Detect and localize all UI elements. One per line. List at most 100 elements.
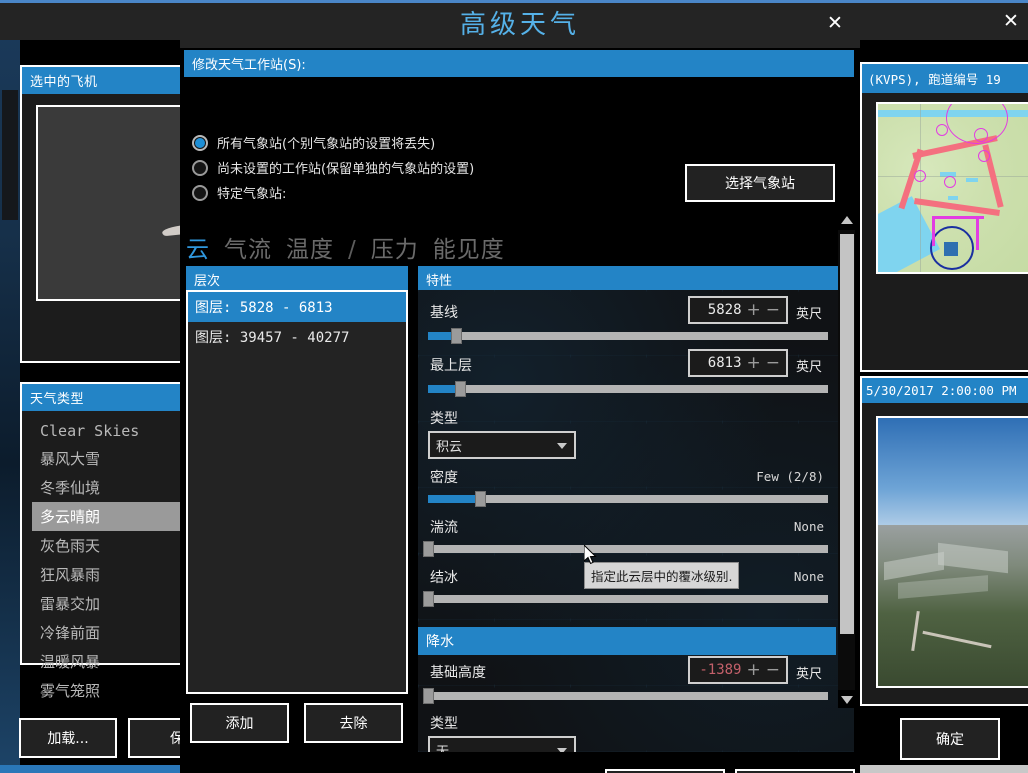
tab-0[interactable]: 云 <box>186 230 210 264</box>
scroll-down-arrow-icon[interactable] <box>841 696 853 704</box>
add-layer-button[interactable]: 添加 <box>190 703 289 743</box>
map-marker-1 <box>936 124 948 136</box>
load-button[interactable]: 加载... <box>19 718 117 758</box>
minus-icon-precip[interactable]: − <box>766 661 780 679</box>
turbulence-slider[interactable] <box>423 541 828 557</box>
radio-label-specific-station: 特定气象站: <box>217 187 287 202</box>
precip-base-value: -1389 <box>699 662 742 678</box>
tab-4[interactable]: 压力 <box>371 230 419 264</box>
chevron-down-icon-cloud-type[interactable] <box>557 443 567 449</box>
map-gridline-v <box>920 104 921 272</box>
icing-label: 结冰 <box>430 570 458 586</box>
scene-panel: 5/30/2017 2:00:00 PM <box>860 376 1028 706</box>
weather-type-panel: 天气类型 Clear Skies 暴风大雪 冬季仙境 多云晴朗 灰色雨天 狂风暴雨 雷暴交加… <box>20 382 310 700</box>
density-label: 密度 <box>430 470 458 486</box>
precip-base-label: 基础高度 <box>430 665 486 681</box>
layers-list[interactable]: 图层: 5828 - 6813 图层: 39457 - 40277 <box>186 290 408 694</box>
density-slider-fill <box>428 495 480 503</box>
base-altitude-label: 基线 <box>430 305 458 321</box>
scene-datetime-header: 5/30/2017 2:00:00 PM <box>862 378 1028 403</box>
map-taxiway-3 <box>932 216 935 246</box>
top-altitude-unit: 英尺 <box>796 360 823 375</box>
selected-aircraft-header: 选中的飞机 <box>22 67 190 94</box>
base-altitude-stepper[interactable]: 5828 + − <box>688 296 788 324</box>
pick-station-button[interactable]: 选择气象站 <box>685 164 835 202</box>
top-altitude-value: 6813 <box>707 355 742 371</box>
advanced-weather-dialog: 高级天气 ✕ 修改天气工作站(S): 所有气象站(个别气象站的设置将丢失) 尚未… <box>180 0 860 773</box>
cancel-button[interactable]: 取消 <box>605 769 725 773</box>
layer-list-item[interactable]: 图层: 5828 - 6813 <box>188 292 406 322</box>
airport-map[interactable] <box>876 102 1028 274</box>
minus-icon-base[interactable]: − <box>766 301 780 319</box>
ok-button-background[interactable]: 确定 <box>900 718 1000 760</box>
airport-panel: (KVPS), 跑道编号 19 ... <box>860 62 1028 418</box>
precip-base-stepper[interactable]: -1389 + − <box>688 656 788 684</box>
tab-2[interactable]: 温度 <box>286 230 334 264</box>
radio-label-all-stations: 所有气象站(个别气象站的设置将丢失) <box>217 137 436 152</box>
precip-base-unit: 英尺 <box>796 667 823 682</box>
map-taxiway-2 <box>976 216 979 250</box>
precip-base-slider[interactable] <box>423 688 828 704</box>
scroll-up-arrow-icon[interactable] <box>841 216 853 224</box>
cloud-type-select[interactable]: 积云 <box>428 431 576 459</box>
top-altitude-slider[interactable] <box>428 381 828 397</box>
precip-type-select[interactable]: 无 <box>428 736 576 752</box>
radio-icon-specific-station[interactable] <box>192 184 208 201</box>
top-slider-knob[interactable] <box>455 381 466 397</box>
icing-slider[interactable] <box>423 591 828 607</box>
dialog-title: 高级天气 <box>459 10 580 40</box>
scene-preview <box>876 416 1028 688</box>
base-altitude-unit: 英尺 <box>796 307 823 322</box>
layer-list-item[interactable]: 图层: 39457 - 40277 <box>188 322 406 352</box>
turbulence-label: 湍流 <box>430 520 458 536</box>
mouse-cursor-icon <box>584 545 597 565</box>
turbulence-slider-knob[interactable] <box>423 541 434 557</box>
base-slider-knob[interactable] <box>451 328 462 344</box>
radio-specific-station[interactable]: 特定气象站: <box>192 183 286 202</box>
density-value: Few (2/8) <box>756 469 824 484</box>
precip-type-label: 类型 <box>430 716 458 732</box>
remove-layer-button[interactable]: 去除 <box>304 703 403 743</box>
top-altitude-stepper[interactable]: 6813 + − <box>688 349 788 377</box>
minus-icon-top[interactable]: − <box>766 354 780 372</box>
radio-unset-stations[interactable]: 尚未设置的工作站(保留单独的气象站的设置) <box>192 158 474 177</box>
properties-scroll-area: 基线 5828 + − 英尺 最上层 6813 + − 英尺 类型 积云 密度 … <box>418 290 854 752</box>
scrollbar-thumb[interactable] <box>840 234 854 634</box>
layers-header: 层次 <box>186 266 408 293</box>
tab-1[interactable]: 气流 <box>224 230 272 264</box>
icing-slider-knob[interactable] <box>423 591 434 607</box>
map-marker-3 <box>914 170 926 182</box>
radio-icon-all-stations[interactable] <box>192 134 208 151</box>
hex-pattern-glow <box>418 290 854 752</box>
properties-scrollbar[interactable] <box>838 212 855 708</box>
tab-5[interactable]: 能见度 <box>433 230 505 264</box>
chevron-down-icon-precip-type[interactable] <box>557 748 567 752</box>
airport-header: (KVPS), 跑道编号 19 <box>862 64 1028 93</box>
weather-tabs[interactable]: 云气流 温度 / 压力 能见度 <box>186 230 505 264</box>
plus-icon-top[interactable]: + <box>747 354 761 372</box>
tab-3: / <box>348 237 357 263</box>
turbulence-value: None <box>793 519 824 534</box>
icing-value: None <box>793 569 824 584</box>
close-icon-dialog[interactable]: ✕ <box>822 10 848 36</box>
density-slider[interactable] <box>428 491 828 507</box>
precip-slider-knob[interactable] <box>423 688 434 704</box>
cloud-type-label: 类型 <box>430 411 458 427</box>
top-altitude-label: 最上层 <box>430 358 472 374</box>
confirm-button[interactable]: 确定 <box>735 769 855 773</box>
icing-tooltip: 指定此云层中的覆冰级别. <box>584 562 740 589</box>
map-marker-4 <box>944 176 956 188</box>
close-icon-app[interactable]: ✕ <box>998 8 1024 34</box>
precipitation-header: 降水 <box>418 627 836 655</box>
properties-header: 特性 <box>418 266 854 293</box>
plus-icon-precip[interactable]: + <box>747 661 761 679</box>
radio-all-stations[interactable]: 所有气象站(个别气象站的设置将丢失) <box>192 133 435 152</box>
plus-icon-base[interactable]: + <box>747 301 761 319</box>
base-altitude-slider[interactable] <box>428 328 828 344</box>
map-water-spot3 <box>948 196 958 200</box>
density-slider-knob[interactable] <box>475 491 486 507</box>
station-section-header: 修改天气工作站(S): <box>184 50 854 77</box>
precip-type-value: 无 <box>436 744 450 753</box>
radio-label-unset-stations: 尚未设置的工作站(保留单独的气象站的设置) <box>217 162 475 177</box>
radio-icon-unset-stations[interactable] <box>192 159 208 176</box>
